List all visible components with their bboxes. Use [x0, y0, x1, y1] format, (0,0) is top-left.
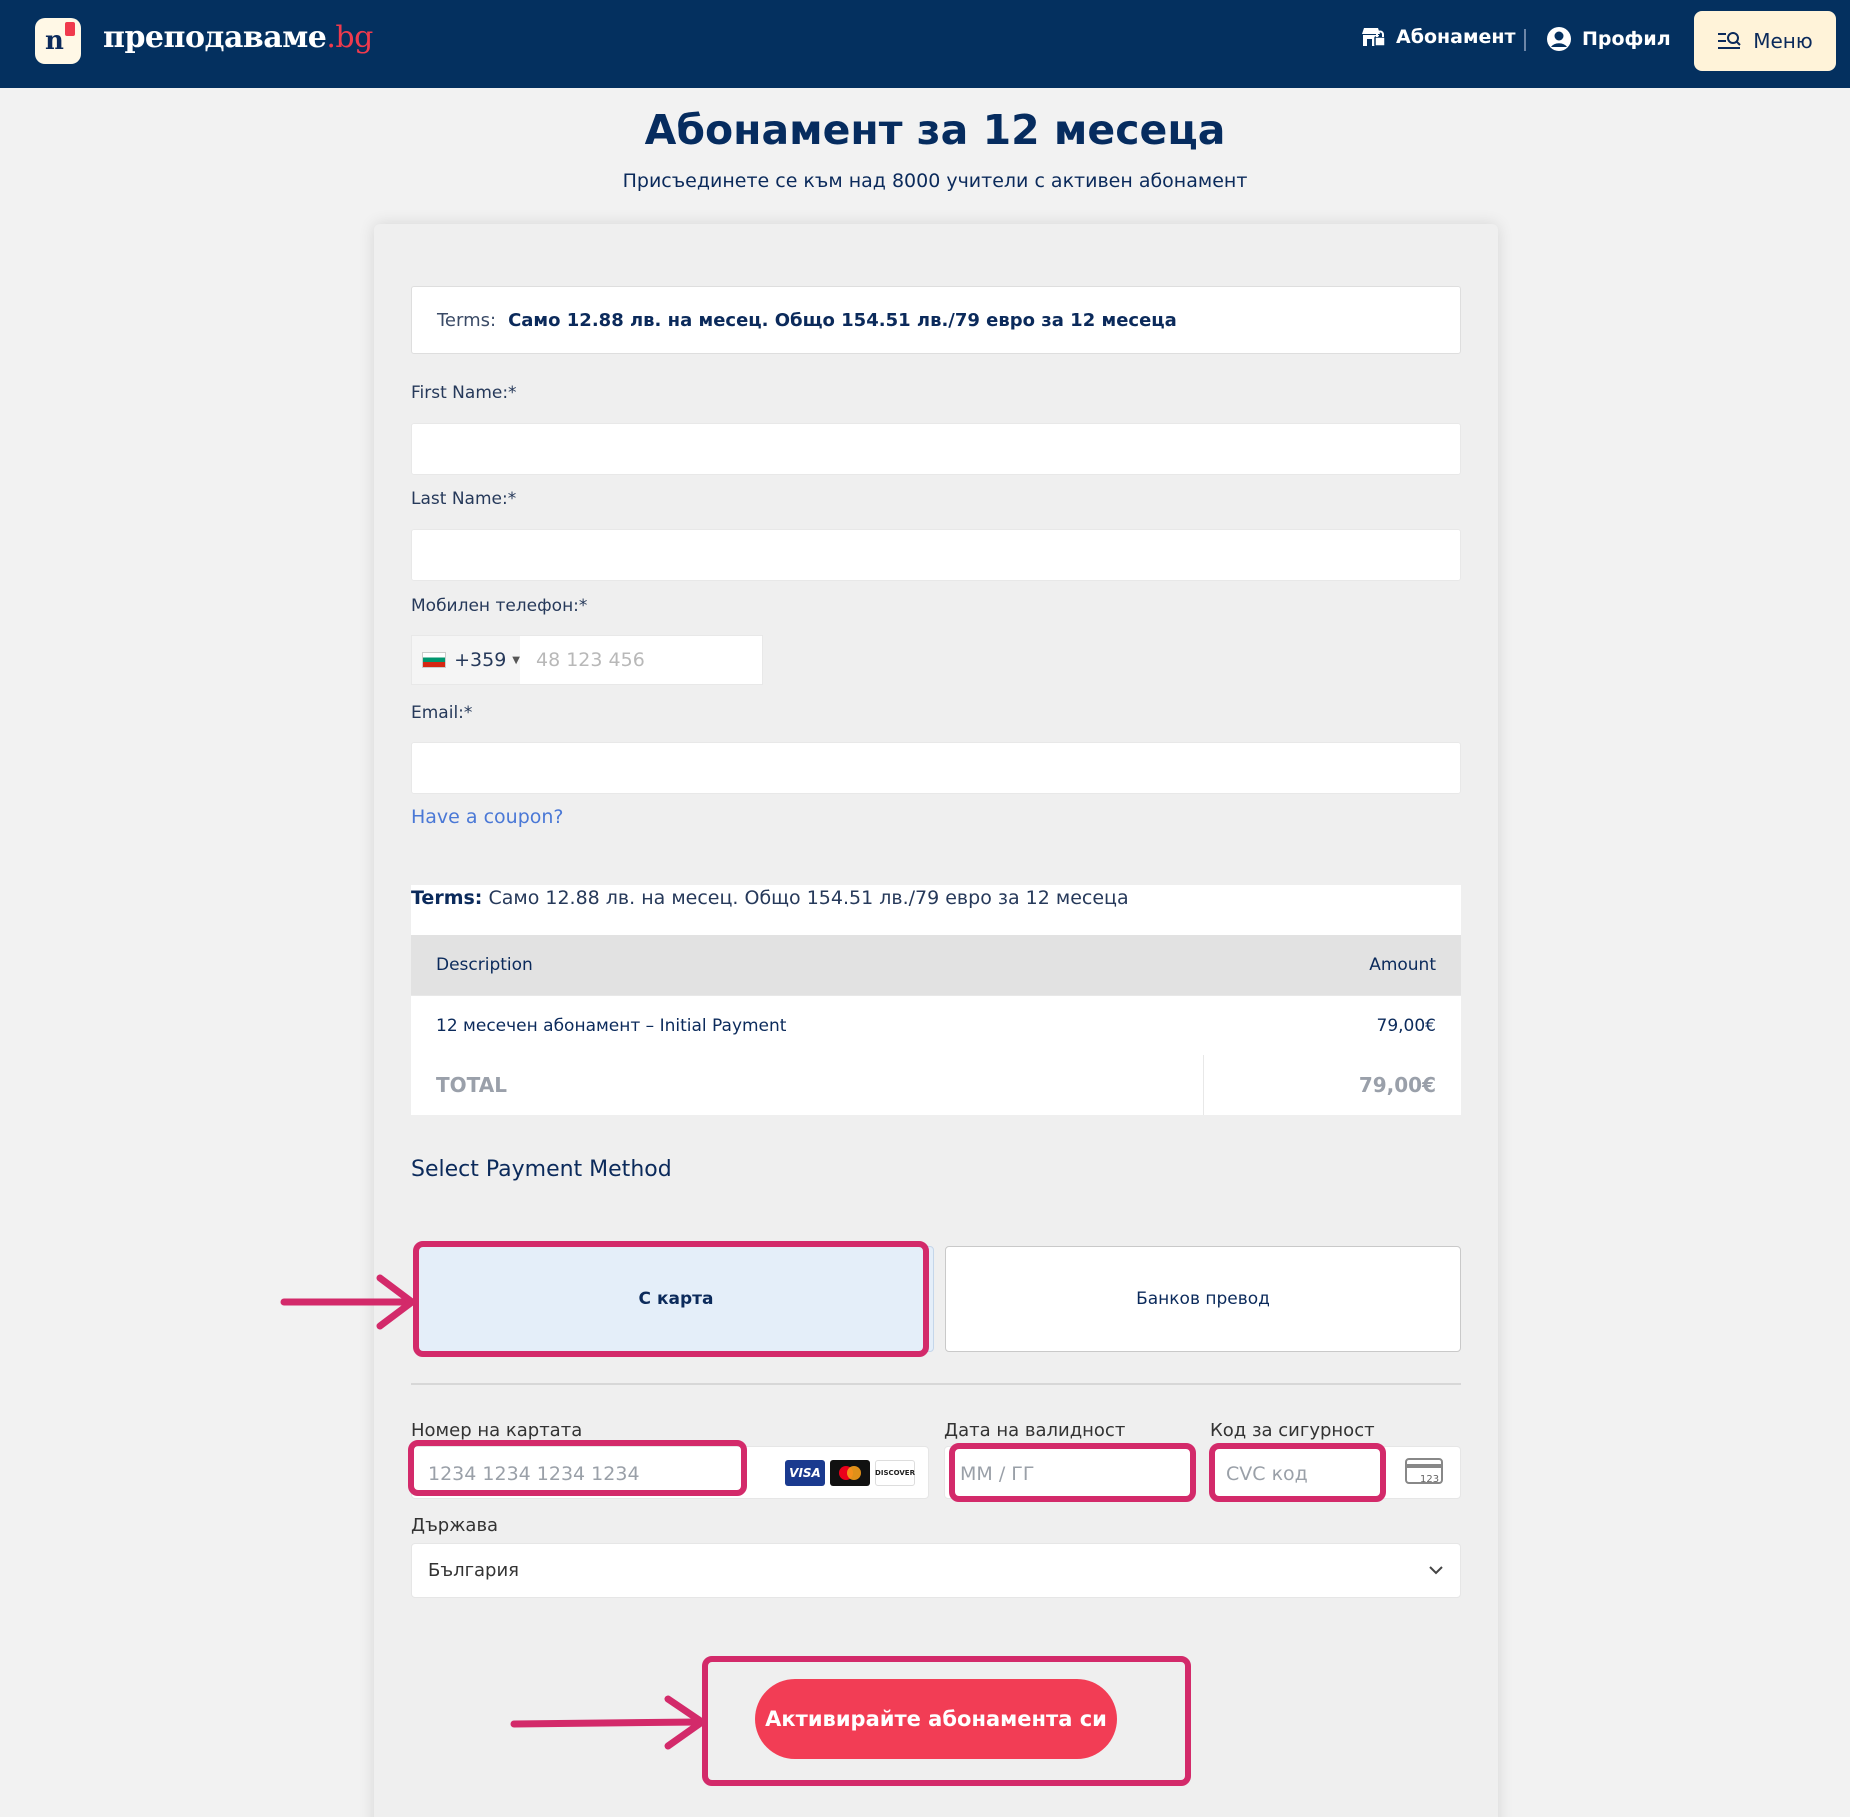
coupon-link[interactable]: Have a coupon? [411, 806, 564, 828]
terms-box: Terms: Само 12.88 лв. на месец. Общо 154… [411, 286, 1461, 354]
brand-name-text: преподаваме [103, 20, 327, 55]
shop-lock-icon [1362, 28, 1386, 47]
country-value: България [428, 1560, 520, 1581]
country-label: Държава [411, 1515, 499, 1536]
total-amount: 79,00€ [1358, 1073, 1436, 1097]
nav-profile-link[interactable]: Профил [1546, 26, 1671, 52]
terms-label: Terms: [437, 309, 497, 331]
cvc-card-icon: 123 [1405, 1458, 1443, 1485]
top-navigation-bar: n преподаваме.bg Абонамент Профил Меню [0, 0, 1850, 88]
invoice-terms-label: Terms: [411, 887, 483, 909]
highlight-card-number [408, 1440, 747, 1496]
page-title: Абонамент за 12 месеца [644, 106, 1226, 154]
first-name-input[interactable] [411, 423, 1461, 475]
caret-down-icon: ▼ [512, 654, 520, 666]
phone-label: Мобилен телефон:* [411, 596, 588, 616]
col-amount: Amount [1369, 955, 1436, 975]
menu-button[interactable]: Меню [1694, 11, 1836, 71]
highlight-cvc [1209, 1443, 1386, 1502]
highlight-expiry [949, 1443, 1196, 1502]
col-description: Description [436, 955, 533, 975]
user-circle-icon [1547, 27, 1571, 51]
brand-tld: .bg [326, 20, 373, 55]
total-label: TOTAL [436, 1073, 507, 1097]
page-subtitle: Присъединете се към над 8000 учители с а… [622, 170, 1248, 192]
menu-search-icon [1718, 32, 1741, 49]
expiry-label: Дата на валидност [944, 1420, 1126, 1441]
invoice-total-row: TOTAL 79,00€ [411, 1055, 1461, 1115]
terms-value: Само 12.88 лв. на месец. Общо 154.51 лв.… [508, 309, 1177, 331]
last-name-label: Last Name:* [411, 489, 517, 509]
item-amount: 79,00€ [1376, 1016, 1436, 1036]
card-brand-logos: VISA DISCOVER [785, 1460, 920, 1486]
nav-profile-label: Профил [1582, 28, 1671, 50]
invoice-item-row: 12 месечен абонамент – Initial Payment 7… [411, 995, 1461, 1055]
highlight-activate-button [702, 1656, 1191, 1786]
bulgaria-flag-icon [422, 652, 447, 668]
nav-subscription-link[interactable]: Абонамент [1360, 26, 1516, 48]
nav-separator [1524, 29, 1526, 51]
cvc-label: Код за сигурност [1210, 1420, 1375, 1441]
invoice-terms: Terms: Само 12.88 лв. на месец. Общо 154… [411, 885, 1461, 935]
item-description: 12 месечен абонамент – Initial Payment [436, 1016, 787, 1036]
country-code-selector[interactable]: +359 ▼ [412, 636, 520, 684]
country-select[interactable]: България [411, 1543, 1461, 1598]
discover-icon: DISCOVER [875, 1460, 915, 1486]
arrow-right-icon [510, 1695, 706, 1750]
divider [411, 1383, 1461, 1385]
bank-transfer-label: Банков превод [1136, 1289, 1270, 1309]
mastercard-icon [830, 1460, 870, 1486]
highlight-card-option [413, 1241, 929, 1357]
arrow-right-icon [280, 1274, 416, 1330]
cvc-card-icon-text: 123 [1420, 1474, 1439, 1485]
card-number-label: Номер на картата [411, 1420, 583, 1441]
logo-letter: n [45, 26, 64, 56]
total-divider [1203, 1055, 1204, 1115]
bank-transfer-option[interactable]: Банков превод [945, 1246, 1461, 1352]
logo-icon[interactable]: n [35, 18, 81, 64]
first-name-label: First Name:* [411, 383, 517, 403]
phone-input[interactable]: 48 123 456 [536, 649, 645, 671]
invoice-header-row: Description Amount [411, 935, 1461, 995]
payment-method-heading: Select Payment Method [411, 1157, 672, 1182]
logo-flag-shape [65, 22, 75, 36]
email-label: Email:* [411, 703, 473, 723]
phone-field[interactable]: +359 ▼ 48 123 456 [411, 635, 763, 685]
chevron-down-icon [1429, 1566, 1443, 1575]
brand-name[interactable]: преподаваме.bg [103, 20, 373, 55]
menu-label: Меню [1753, 29, 1813, 53]
email-input[interactable] [411, 742, 1461, 794]
last-name-input[interactable] [411, 529, 1461, 581]
invoice-terms-value: Само 12.88 лв. на месец. Общо 154.51 лв.… [488, 887, 1129, 909]
country-code-value: +359 [454, 649, 507, 671]
nav-subscription-label: Абонамент [1396, 26, 1516, 48]
visa-icon: VISA [785, 1460, 825, 1486]
